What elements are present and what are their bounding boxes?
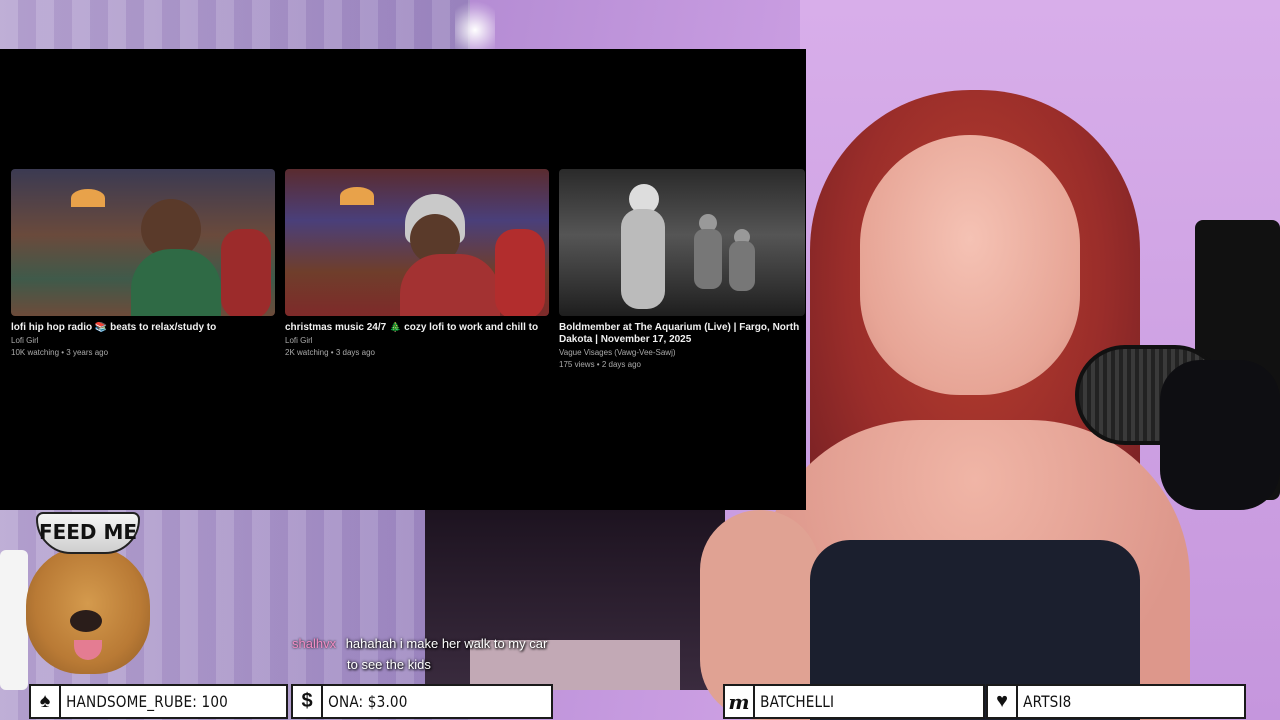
dog-nose	[70, 610, 102, 632]
video-thumbnail[interactable]	[285, 169, 549, 316]
feed-me-sticker: FEED ME	[22, 512, 152, 677]
chat-username: shalhvx	[292, 636, 337, 651]
heart-icon: ♥	[988, 686, 1018, 717]
alert-bar-follower: ♥ ARTSI8	[986, 684, 1246, 719]
video-meta: 10K watching • 3 years ago	[11, 348, 109, 357]
alert-bar-donation: $ ONA: $3.00	[291, 684, 553, 719]
alert-text: ARTSI8	[1023, 692, 1072, 711]
video-thumbnail[interactable]	[11, 169, 275, 316]
microphone-mount	[1160, 360, 1280, 510]
chat-text-continued: to see the kids	[347, 657, 431, 672]
alert-text: HANDSOME_RUBE: 100	[66, 692, 228, 711]
sticker-label: FEED ME	[36, 512, 140, 554]
video-title[interactable]: christmas music 24/7 🎄 cozy lofi to work…	[285, 322, 549, 334]
video-channel[interactable]: Lofi Girl	[285, 335, 549, 347]
video-title[interactable]: lofi hip hop radio 📚 beats to relax/stud…	[11, 322, 275, 334]
video-channel[interactable]: Vague Visages (Vawg-Vee-Sawj)	[559, 347, 806, 359]
video-thumbnail[interactable]	[559, 169, 805, 316]
shared-screen: lofi hip hop radio 📚 beats to relax/stud…	[0, 49, 806, 510]
video-list: lofi hip hop radio 📚 beats to relax/stud…	[11, 169, 806, 371]
video-card[interactable]: lofi hip hop radio 📚 beats to relax/stud…	[11, 169, 275, 371]
video-meta: 175 views • 2 days ago	[559, 360, 641, 369]
alert-text: BATCHELLI	[760, 692, 835, 711]
video-card[interactable]: Boldmember at The Aquarium (Live) | Farg…	[559, 169, 806, 371]
alert-text: ONA: $3.00	[328, 692, 408, 711]
alert-bar-points: ♠ HANDSOME_RUBE: 100	[29, 684, 288, 719]
video-title[interactable]: Boldmember at The Aquarium (Live) | Farg…	[559, 322, 805, 346]
chat-overlay: shalhvx hahahah i make her walk to my ca…	[292, 633, 612, 675]
dollar-icon: $	[293, 686, 323, 717]
video-card[interactable]: christmas music 24/7 🎄 cozy lofi to work…	[285, 169, 549, 371]
spade-icon: ♠	[31, 686, 61, 717]
video-channel[interactable]: Lofi Girl	[11, 335, 275, 347]
streamer-face	[860, 135, 1080, 395]
chat-message: shalhvx hahahah i make her walk to my ca…	[292, 633, 612, 654]
alert-bar-member: m BATCHELLI	[723, 684, 985, 719]
m-icon: m	[725, 686, 755, 717]
chat-text: hahahah i make her walk to my car	[345, 636, 548, 651]
video-meta: 2K watching • 3 days ago	[285, 348, 375, 357]
